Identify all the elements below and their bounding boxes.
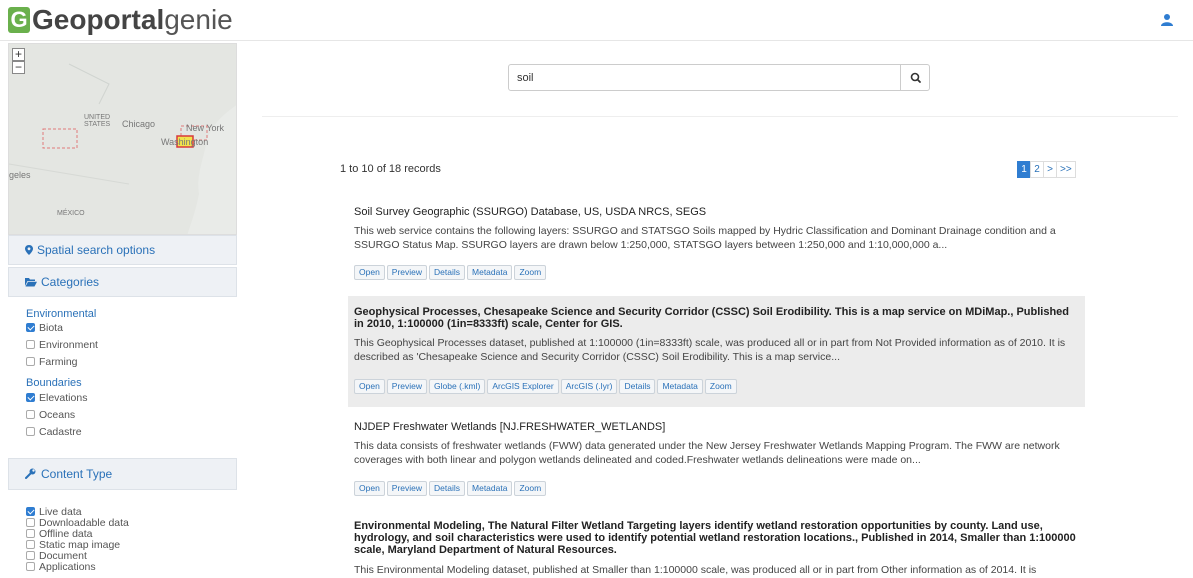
categories-label: Categories [41,275,100,289]
checkbox-box[interactable] [26,393,35,402]
checkbox-label: Applications [39,561,96,573]
last-page-button[interactable]: >> [1056,161,1076,178]
result-item: NJDEP Freshwater Wetlands [NJ.FRESHWATER… [348,412,1085,504]
checkbox-label: Elevations [39,392,88,404]
page-2-button[interactable]: 2 [1030,161,1044,178]
folder-open-icon [25,278,37,287]
result-description: This Geophysical Processes dataset, publ… [354,337,1066,363]
metadata-button[interactable]: Metadata [467,481,513,496]
divider [262,116,1178,117]
details-button[interactable]: Details [429,481,466,496]
checkbox-box[interactable] [26,551,35,560]
search-input[interactable] [508,64,901,91]
open-button[interactable]: Open [354,481,385,496]
checkbox-label: Oceans [39,409,76,421]
checkbox-box[interactable] [26,518,35,527]
checkbox-box[interactable] [26,507,35,516]
map-label-washington: Washington [161,137,209,147]
result-actions: Open Preview Globe (.kml) ArcGIS Explorer Ar… [354,378,739,394]
result-item: Environmental Modeling, The Natural Filt… [348,512,1085,578]
checkbox-label: Biota [39,322,63,334]
arcgis-explorer-button[interactable]: ArcGIS Explorer [487,379,559,394]
result-item-highlighted: Geophysical Processes, Chesapeake Scienc… [348,296,1085,407]
checkbox-applications[interactable]: Applications [26,561,96,573]
result-actions: Open Preview Details Metadata Zoom [354,480,548,496]
results-count: 1 to 10 of 18 records [340,163,441,175]
content-type-label: Content Type [41,467,113,481]
checkbox-environment[interactable]: Environment [26,339,98,351]
result-title[interactable]: Environmental Modeling, The Natural Filt… [354,520,1079,556]
next-page-button[interactable]: > [1043,161,1057,178]
spatial-search-options-header[interactable]: Spatial search options [8,235,237,265]
checkbox-box[interactable] [26,562,35,571]
map-label-newyork: New York [186,123,225,133]
search-bar [508,64,930,91]
result-actions: Open Preview Details Metadata Zoom [354,264,548,280]
result-description: This data consists of freshwater wetland… [354,440,1060,466]
map-label-chicago: Chicago [122,119,156,129]
checkbox-oceans[interactable]: Oceans [26,409,75,421]
zoom-button[interactable]: Zoom [514,481,547,496]
result-description: This web service contains the following … [354,225,1056,251]
details-button[interactable]: Details [619,379,656,394]
checkbox-biota[interactable]: Biota [26,322,63,334]
open-button[interactable]: Open [354,379,385,394]
arcgis-lyr-button[interactable]: ArcGIS (.lyr) [560,379,618,394]
map-label-us: UNITED STATES [84,114,111,128]
map-label-mexico: MÉXICO [57,210,85,217]
checkbox-box[interactable] [26,357,35,366]
zoom-button[interactable]: Zoom [514,265,547,280]
logo-brand: Geoportal [32,4,165,35]
map-label-losangeles: geles [9,170,31,180]
result-title[interactable]: Geophysical Processes, Chesapeake Scienc… [354,306,1079,330]
metadata-button[interactable]: Metadata [467,265,513,280]
group-boundaries: Boundaries [26,377,82,389]
checkbox-cadastre[interactable]: Cadastre [26,426,82,438]
content-type-header[interactable]: Content Type [8,458,237,490]
preview-button[interactable]: Preview [386,265,428,280]
checkbox-box[interactable] [26,540,35,549]
metadata-button[interactable]: Metadata [657,379,703,394]
map-marker-icon [25,245,33,255]
top-bar: G Geoportalgenie [0,0,1193,41]
checkbox-elevations[interactable]: Elevations [26,392,87,404]
result-title[interactable]: NJDEP Freshwater Wetlands [NJ.FRESHWATER… [354,421,1079,433]
checkbox-box[interactable] [26,323,35,332]
group-environmental: Environmental [26,308,97,320]
checkbox-box[interactable] [26,340,35,349]
details-button[interactable]: Details [429,265,466,280]
page-1-button[interactable]: 1 [1017,161,1031,178]
zoom-out-button[interactable]: − [12,61,25,74]
open-button[interactable]: Open [354,265,385,280]
categories-header[interactable]: Categories [8,267,237,297]
preview-button[interactable]: Preview [386,481,428,496]
checkbox-label: Environment [39,339,98,351]
left-sidebar: + − UNITED STATES Chicago New York Washi… [8,43,237,578]
checkbox-box[interactable] [26,427,35,436]
wrench-icon [25,468,36,479]
search-icon [910,72,921,83]
globe-kml-button[interactable]: Globe (.kml) [429,379,486,394]
preview-button[interactable]: Preview [386,379,428,394]
checkbox-box[interactable] [26,410,35,419]
logo-product: genie [164,4,233,35]
pagination: 1 2 > >> [1017,161,1076,178]
logo[interactable]: G Geoportalgenie [8,4,233,36]
zoom-button[interactable]: Zoom [704,379,737,394]
user-icon[interactable] [1160,13,1174,27]
result-description: This Environmental Modeling dataset, pub… [354,564,1037,576]
checkbox-label: Farming [39,356,78,368]
search-button[interactable] [900,64,930,91]
spatial-search-label: Spatial search options [37,243,156,257]
result-item: Soil Survey Geographic (SSURGO) Database… [348,198,1085,290]
map-view[interactable]: + − UNITED STATES Chicago New York Washi… [8,43,237,235]
checkbox-farming[interactable]: Farming [26,356,78,368]
result-title[interactable]: Soil Survey Geographic (SSURGO) Database… [354,206,1079,218]
checkbox-box[interactable] [26,529,35,538]
checkbox-label: Cadastre [39,426,82,438]
